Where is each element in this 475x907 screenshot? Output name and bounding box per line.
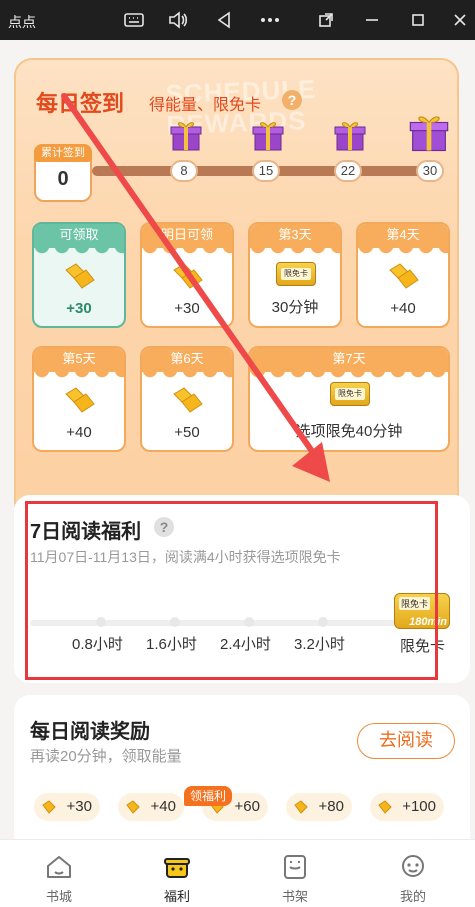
day-label: 第5天 [34, 348, 124, 380]
reward-value: +100 [402, 798, 436, 815]
milestone-22: 22 [334, 160, 362, 182]
reward-pill[interactable]: +40 [118, 793, 184, 821]
reward-amount: +40 [66, 424, 92, 441]
energy-icon [173, 263, 203, 289]
energy-icon [378, 800, 392, 814]
welfare-page: SCHEDULE REWARDS 每日签到 得能量、限免卡 ? 累计签到 0 8… [0, 40, 475, 907]
free-card-icon: 限免卡 [276, 262, 316, 286]
more-icon[interactable] [258, 8, 282, 32]
day-label: 可领取 [34, 224, 124, 256]
welfare-icon [164, 858, 190, 878]
day-label: 明日可领 [142, 224, 232, 256]
energy-icon [126, 800, 140, 814]
go-read-button[interactable]: 去阅读 [357, 723, 455, 759]
reward-amount: 选项限免40分钟 [295, 423, 403, 440]
gift-box-icon[interactable] [332, 118, 368, 154]
day-label: 第6天 [142, 348, 232, 380]
minimize-icon[interactable] [360, 8, 384, 32]
nav-label: 福利 [163, 889, 190, 904]
close-icon[interactable] [448, 8, 472, 32]
reward-amount: +50 [174, 424, 200, 441]
reward-pill[interactable]: +80 [286, 793, 352, 821]
help-icon[interactable]: ? [282, 90, 302, 110]
back-icon[interactable] [212, 8, 236, 32]
profile-icon [402, 855, 424, 877]
gift-box-icon[interactable] [250, 118, 286, 154]
reward-amount: 30分钟 [271, 299, 319, 316]
energy-icon [65, 263, 95, 289]
reward-value: +80 [318, 798, 344, 815]
energy-icon [65, 387, 95, 413]
bottom-navigation: 书城 福利 书架 我的 [0, 839, 475, 907]
nav-bookshelf[interactable]: 书架 [236, 840, 354, 907]
energy-icon [42, 800, 56, 814]
app-title: 点点 [8, 14, 36, 30]
cumulative-count: 0 [57, 168, 69, 190]
energy-icon [389, 263, 419, 289]
signin-subtitle: 得能量、限免卡 [149, 97, 262, 114]
reward-value: +30 [66, 798, 92, 815]
energy-icon [294, 800, 308, 814]
reward-amount: +40 [390, 300, 416, 317]
milestone-15: 15 [252, 160, 280, 182]
milestone-30: 30 [416, 160, 444, 182]
day-card-5[interactable]: 第5天 +40 [32, 346, 126, 452]
reward-value: +40 [150, 798, 176, 815]
day-label: 第7天 [250, 348, 448, 380]
day-label: 第4天 [358, 224, 448, 256]
day-card-6[interactable]: 第6天 +50 [140, 346, 234, 452]
nav-welfare[interactable]: 福利 [118, 840, 236, 907]
keyboard-icon[interactable] [122, 8, 146, 32]
annotation-highlight-box [25, 501, 438, 680]
day-card-7[interactable]: 第7天 限免卡 选项限免40分钟 [248, 346, 450, 452]
reward-amount: +30 [174, 300, 200, 317]
maximize-icon[interactable] [406, 8, 430, 32]
nav-label: 我的 [399, 889, 426, 904]
bookshelf-icon [284, 855, 306, 879]
popout-icon[interactable] [314, 8, 338, 32]
daily-reward-description: 再读20分钟，领取能量 [30, 748, 182, 765]
nav-profile[interactable]: 我的 [354, 840, 472, 907]
nav-label: 书架 [281, 889, 308, 904]
free-card-icon: 限免卡 [330, 382, 370, 406]
gift-box-icon[interactable] [168, 118, 204, 154]
volume-icon[interactable] [166, 8, 190, 32]
energy-icon [173, 387, 203, 413]
window-title-bar: 点点 [0, 0, 475, 40]
free-card-tag: 限免卡 [281, 268, 311, 280]
cumulative-label: 累计签到 [34, 144, 92, 162]
reward-value: +60 [234, 798, 260, 815]
reward-pill[interactable]: +100 [370, 793, 444, 821]
daily-reward-title: 每日阅读奖励 [30, 721, 150, 743]
milestone-8: 8 [170, 160, 198, 182]
day-card-1[interactable]: 可领取 +30 [32, 222, 126, 328]
day-label: 第3天 [250, 224, 340, 256]
reward-pill[interactable]: +30 [34, 793, 100, 821]
nav-label: 书城 [45, 889, 72, 904]
signin-title: 每日签到 [36, 91, 125, 116]
big-gift-box-icon[interactable] [408, 112, 450, 154]
nav-bookstore[interactable]: 书城 [0, 840, 118, 907]
daily-signin-card: SCHEDULE REWARDS 每日签到 得能量、限免卡 ? 累计签到 0 8… [14, 58, 459, 520]
reward-amount: +30 [66, 300, 92, 317]
day-card-3[interactable]: 第3天 限免卡 30分钟 [248, 222, 342, 328]
free-card-tag: 限免卡 [335, 388, 365, 400]
cumulative-signin-box: 累计签到 0 [34, 144, 92, 202]
bookstore-icon [47, 856, 71, 878]
day-card-2[interactable]: 明日可领 +30 [140, 222, 234, 328]
day-card-4[interactable]: 第4天 +40 [356, 222, 450, 328]
welfare-badge: 领福利 [184, 786, 233, 806]
